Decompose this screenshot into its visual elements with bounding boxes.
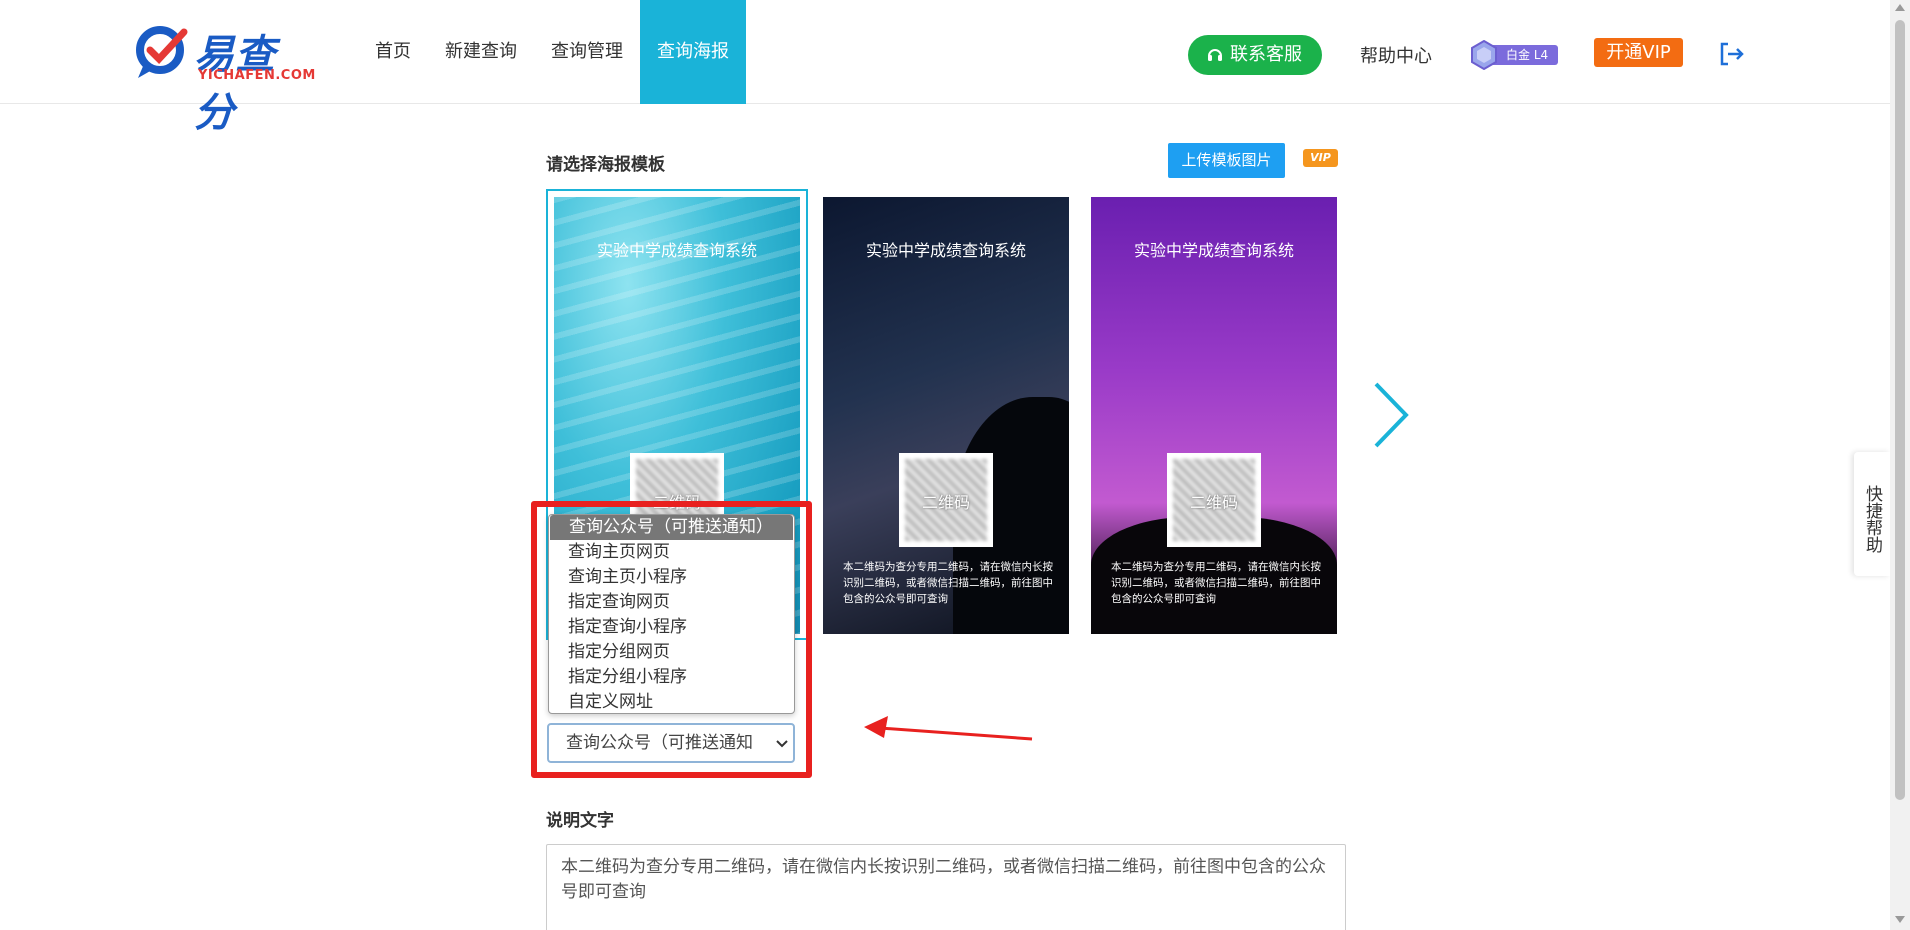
dropdown-option[interactable]: 指定查询网页 <box>549 590 794 615</box>
qr-code-label: 二维码 <box>921 493 970 512</box>
qr-code-label: 二维码 <box>1189 493 1238 512</box>
contact-support-label: 联系客服 <box>1230 44 1302 65</box>
scroll-thumb[interactable] <box>1895 20 1905 800</box>
logo-icon <box>136 26 188 78</box>
member-level-badge[interactable]: 白金 L4 <box>1470 40 1558 70</box>
nav-query-manage[interactable]: 查询管理 <box>534 0 640 104</box>
dropdown-option[interactable]: 指定分组网页 <box>549 640 794 665</box>
nav-query-poster[interactable]: 查询海报 <box>640 0 746 104</box>
template-title: 实验中学成绩查询系统 <box>1133 241 1294 260</box>
scroll-up-arrow-icon[interactable] <box>1895 4 1905 11</box>
nav-new-query[interactable]: 新建查询 <box>428 0 534 104</box>
upload-template-button[interactable]: 上传模板图片 <box>1168 143 1285 178</box>
logo-text-en: YICHAFEN.COM <box>198 68 316 83</box>
main-nav: 首页 新建查询 查询管理 查询海报 <box>358 0 746 104</box>
platinum-hex-icon <box>1471 40 1497 70</box>
qr-code-placeholder: 二维码 <box>899 453 993 547</box>
template-title: 实验中学成绩查询系统 <box>596 241 757 260</box>
qr-type-select[interactable]: 查询公众号（可推送通知 <box>547 723 795 763</box>
logout-icon[interactable] <box>1718 40 1746 68</box>
nav-home[interactable]: 首页 <box>358 0 428 104</box>
qr-code-placeholder: 二维码 <box>1167 453 1261 547</box>
scroll-down-arrow-icon[interactable] <box>1895 916 1905 923</box>
quick-help-tab[interactable]: 快捷帮助 <box>1854 452 1890 576</box>
vip-tag: VIP <box>1303 149 1338 167</box>
annotation-arrow-icon <box>864 716 1033 741</box>
dropdown-option[interactable]: 指定分组小程序 <box>549 665 794 690</box>
contact-support-button[interactable]: 联系客服 <box>1188 35 1322 75</box>
description-label: 说明文字 <box>546 811 614 831</box>
next-template-arrow-icon[interactable] <box>1372 380 1412 450</box>
template-card-milky-way[interactable]: 实验中学成绩查询系统 二维码 本二维码为查分专用二维码，请在微信内长按识别二维码… <box>823 197 1069 634</box>
template-card-purple-sky[interactable]: 实验中学成绩查询系统 二维码 本二维码为查分专用二维码，请在微信内长按识别二维码… <box>1091 197 1337 634</box>
top-header: 易查分 YICHAFEN.COM 首页 新建查询 查询管理 查询海报 联系客服 … <box>0 0 1890 136</box>
template-title: 实验中学成绩查询系统 <box>865 241 1026 260</box>
help-center-link[interactable]: 帮助中心 <box>1360 42 1432 68</box>
template-desc: 本二维码为查分专用二维码，请在微信内长按识别二维码，或者微信扫描二维码，前往图中… <box>1111 561 1321 605</box>
poster-template-title: 请选择海报模板 <box>546 155 665 175</box>
description-textarea[interactable]: 本二维码为查分专用二维码，请在微信内长按识别二维码，或者微信扫描二维码，前往图中… <box>546 844 1346 930</box>
page-scrollbar[interactable] <box>1890 0 1910 930</box>
dropdown-option[interactable]: 查询公众号（可推送通知） <box>550 515 793 540</box>
chevron-down-icon <box>776 740 788 748</box>
headset-icon <box>1208 49 1222 61</box>
template-desc: 本二维码为查分专用二维码，请在微信内长按识别二维码，或者微信扫描二维码，前往图中… <box>843 561 1053 605</box>
dropdown-option[interactable]: 查询主页网页 <box>549 540 794 565</box>
open-vip-button[interactable]: 开通VIP <box>1594 38 1683 67</box>
dropdown-option[interactable]: 查询主页小程序 <box>549 565 794 590</box>
logo[interactable]: 易查分 YICHAFEN.COM <box>134 22 316 136</box>
dropdown-option[interactable]: 自定义网址 <box>549 690 794 715</box>
dropdown-option[interactable]: 指定查询小程序 <box>549 615 794 640</box>
qr-type-dropdown-list[interactable]: 查询公众号（可推送通知） 查询主页网页 查询主页小程序 指定查询网页 指定查询小… <box>548 514 795 714</box>
